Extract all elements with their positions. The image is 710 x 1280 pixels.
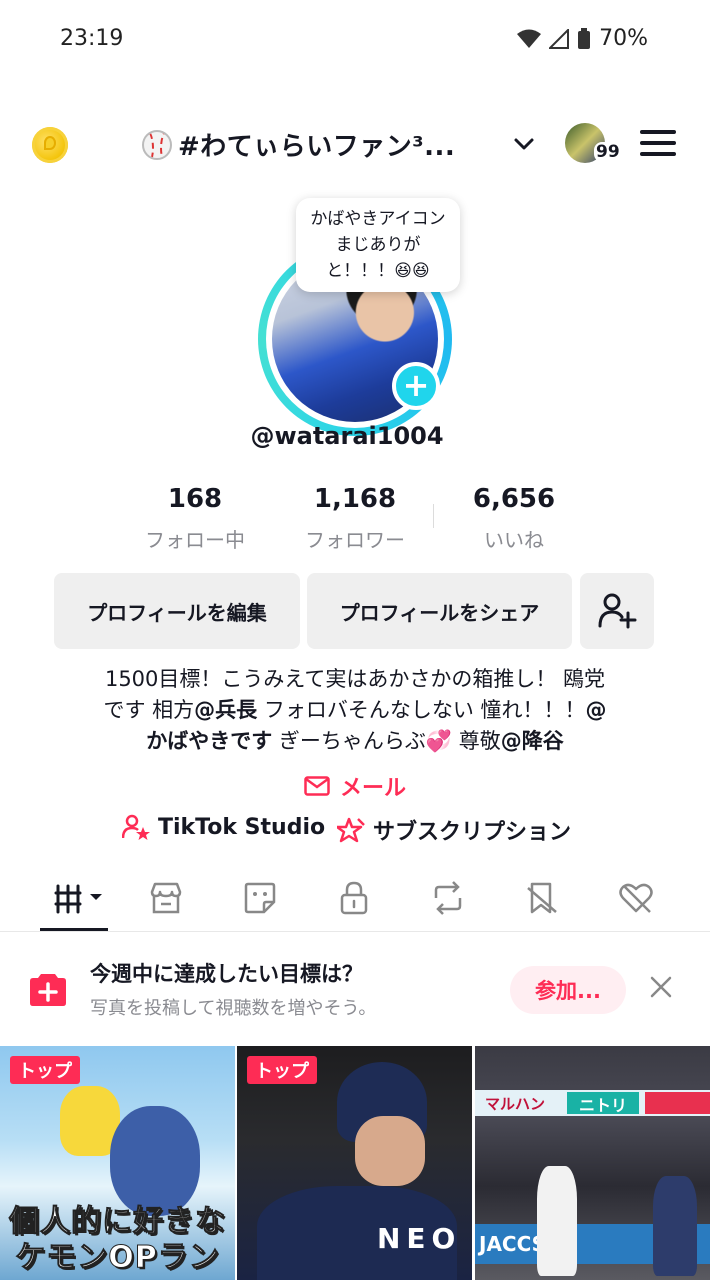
join-goal-button[interactable]: 参加...: [510, 966, 626, 1014]
tab-private[interactable]: [334, 878, 374, 918]
bio-line-1: 1500目標！こうみえて実はあかさかの箱推し！ 鴎党: [104, 667, 606, 691]
mention-kabayaki-cont[interactable]: かばやきです: [146, 729, 272, 753]
studio-icon: [122, 814, 150, 840]
friends-badge: 99: [594, 142, 622, 162]
heart-hidden-icon: [619, 883, 653, 913]
tab-favorites[interactable]: [522, 878, 562, 918]
video-thumbnail-1[interactable]: トップ 個人的に好きな ケモンOPランキン: [0, 1046, 235, 1280]
tab-stickers[interactable]: [240, 878, 280, 918]
tab-shop[interactable]: [146, 878, 186, 918]
battery-icon: [578, 27, 591, 49]
creator-links: TikTok Studio サブスクリプション: [0, 814, 710, 848]
lock-icon: [340, 881, 368, 915]
coin-icon[interactable]: [32, 127, 68, 163]
goal-banner[interactable]: 今週中に達成したい目標は？ 写真を投稿して視聴数を増やそう。 参加...: [0, 952, 710, 1032]
status-bar: 23:19 70%: [0, 0, 710, 80]
following-stat[interactable]: 168 フォロー中: [105, 484, 285, 553]
grid-icon: [54, 884, 102, 914]
jersey-name: NEO: [377, 1222, 462, 1255]
add-friend-button[interactable]: [580, 573, 654, 649]
mention-kabayaki[interactable]: @: [586, 698, 607, 722]
following-count: 168: [167, 484, 223, 514]
tab-liked[interactable]: [616, 878, 656, 918]
repost-icon: [434, 881, 462, 915]
likes-stat[interactable]: 6,656 いいね: [424, 484, 604, 553]
profile-title: #わてぃらいファン³...: [178, 132, 456, 162]
edit-profile-button[interactable]: プロフィールを編集: [54, 573, 300, 649]
video-thumbnail-3[interactable]: マルハン ニトリ JACCS: [475, 1046, 710, 1280]
share-profile-button[interactable]: プロフィールをシェア: [307, 573, 572, 649]
status-time: 23:19: [60, 26, 124, 51]
profile-stats: 168 フォロー中 1,168 フォロワー 6,656 いいね: [0, 484, 710, 554]
tab-reposts[interactable]: [428, 878, 468, 918]
ad-board-jaccs: JACCS: [479, 1232, 547, 1256]
ad-board-2: ニトリ: [567, 1092, 639, 1115]
username: @watarai1004: [250, 422, 444, 450]
tiktok-studio-link[interactable]: TikTok Studio: [122, 814, 325, 840]
baseball-icon: [142, 129, 172, 160]
studio-label: TikTok Studio: [158, 814, 326, 840]
subscription-link[interactable]: サブスクリプション: [337, 814, 571, 846]
goal-banner-title: 今週中に達成したい目標は？: [90, 962, 363, 986]
cell-signal-icon: [549, 28, 570, 49]
pinned-badge: トップ: [10, 1056, 80, 1084]
wifi-icon: [517, 29, 542, 48]
video-grid: トップ 個人的に好きな ケモンOPランキン NEO トップ マルハン ニトリ J…: [0, 1046, 710, 1280]
subscription-label: サブスクリプション: [373, 820, 572, 845]
mail-label: メール: [339, 776, 406, 801]
camera-plus-icon: [30, 974, 66, 1006]
bio-line-3: かばやきです ぎーちゃんらぶ💞 尊敬@降谷: [146, 729, 564, 753]
account-switcher[interactable]: #わてぃらいファン³...: [142, 126, 455, 163]
close-icon[interactable]: [648, 974, 674, 1000]
video-caption-1b: ケモンOPランキン: [15, 1240, 220, 1276]
batter-shape: [537, 1166, 577, 1276]
subscription-star-icon: [337, 817, 365, 843]
goal-banner-subtitle: 写真を投稿して視聴数を増やそう。: [90, 998, 377, 1019]
pinned-badge: トップ: [247, 1056, 317, 1084]
bio-line-2: です 相方@兵長 フォロバそんなしない 憧れ！！！@: [103, 698, 607, 722]
battery-percent: 70%: [599, 26, 648, 51]
likes-label: いいね: [484, 528, 544, 552]
head-shape: [355, 1116, 425, 1186]
followers-count: 1,168: [313, 484, 397, 514]
profile-bio: 1500目標！こうみえて実はあかさかの箱推し！ 鴎党 です 相方@兵長 フォロバ…: [40, 664, 670, 757]
active-tab-indicator: [40, 928, 108, 931]
likes-count: 6,656: [472, 484, 556, 514]
status-icons: 70%: [517, 26, 648, 51]
bookmark-hidden-icon: [527, 882, 557, 914]
tab-videos[interactable]: [52, 878, 108, 918]
add-user-icon: [598, 593, 637, 629]
shop-icon: [150, 882, 182, 914]
followers-stat[interactable]: 1,168 フォロワー: [265, 484, 445, 553]
followers-label: フォロワー: [305, 528, 405, 552]
content-tabs: [0, 868, 710, 932]
profile-topbar: #わてぃらいファン³... 99: [0, 110, 710, 182]
following-label: フォロー中: [145, 528, 245, 552]
sticker-icon: [244, 882, 276, 914]
ad-board-3-bg: [645, 1092, 710, 1114]
video-thumbnail-2[interactable]: NEO トップ: [237, 1046, 472, 1280]
hamburger-menu-icon[interactable]: [640, 130, 676, 160]
add-story-button[interactable]: +: [392, 362, 440, 410]
note-bubble[interactable]: かばやきアイコンまじありがと！！！😆😆: [296, 198, 460, 292]
mention-heichou[interactable]: @兵長: [194, 698, 257, 722]
chevron-down-icon[interactable]: [510, 130, 538, 158]
catcher-shape: [653, 1176, 697, 1276]
mention-furuya[interactable]: @降谷: [501, 729, 564, 753]
email-link[interactable]: メール: [0, 770, 710, 802]
mail-icon: [304, 776, 330, 796]
ad-board-1: マルハン: [485, 1095, 546, 1113]
